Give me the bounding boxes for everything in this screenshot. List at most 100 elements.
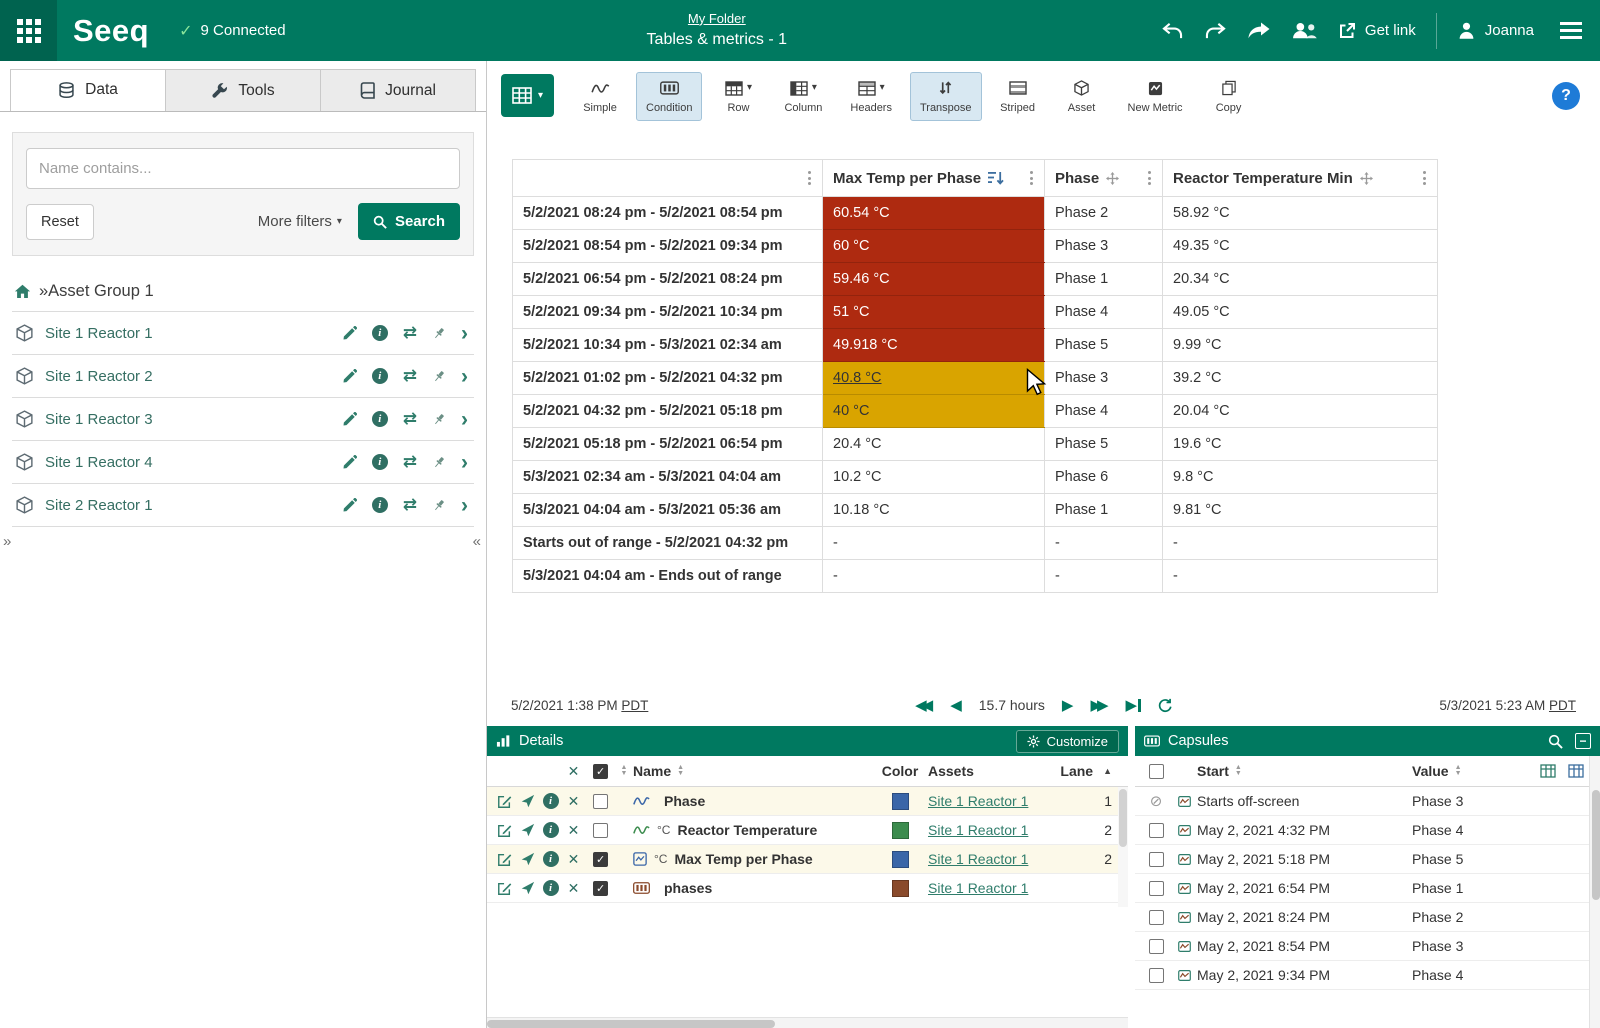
column-menu-icon[interactable] (1147, 169, 1152, 187)
sort-icon[interactable]: ▲▼ (1455, 765, 1462, 776)
capsule-row[interactable]: ⊘ May 2, 2021 9:34 PM Phase 4 (1135, 961, 1589, 990)
max-temp-cell[interactable]: 40.8 °C (823, 362, 1045, 395)
move-column-icon[interactable] (1360, 172, 1373, 185)
value-column-header[interactable]: Value (1412, 763, 1449, 779)
column-menu-icon[interactable] (1422, 169, 1427, 187)
chevron-right-icon[interactable]: › (461, 323, 468, 344)
timezone-link[interactable]: PDT (621, 698, 648, 713)
swap-asset-icon[interactable]: ⇄ (403, 366, 417, 386)
info-icon[interactable] (372, 497, 388, 513)
asset-link[interactable]: Site 1 Reactor 1 (928, 880, 1028, 896)
capsule-row[interactable]: ⊘ May 2, 2021 8:54 PM Phase 3 (1135, 932, 1589, 961)
capsule-checkbox[interactable] (1149, 939, 1164, 954)
tab-tools[interactable]: Tools (166, 69, 321, 111)
more-filters-toggle[interactable]: More filters ▾ (258, 213, 342, 230)
max-temp-cell[interactable]: - (823, 560, 1045, 593)
toolbar-simple-button[interactable]: Simple (572, 72, 628, 121)
chevron-right-icon[interactable]: › (461, 495, 468, 516)
color-swatch[interactable] (892, 793, 909, 810)
tab-data[interactable]: Data (10, 69, 166, 111)
users-icon[interactable] (1291, 21, 1318, 40)
navigate-icon[interactable] (521, 794, 535, 808)
max-temp-cell[interactable]: 20.4 °C (823, 428, 1045, 461)
column-menu-icon[interactable] (1029, 169, 1034, 187)
asset-link[interactable]: Site 1 Reactor 1 (928, 793, 1028, 809)
info-icon[interactable] (543, 880, 559, 896)
asset-name[interactable]: Site 1 Reactor 4 (45, 454, 153, 471)
add-column-icon[interactable] (1540, 764, 1556, 778)
step-back-icon[interactable]: ◀ (950, 698, 962, 713)
assets-column-header[interactable]: Assets (928, 763, 974, 779)
row-checkbox[interactable] (593, 823, 608, 838)
minimize-icon[interactable]: − (1575, 733, 1591, 749)
asset-row[interactable]: Site 2 Reactor 1 ⇄ › (12, 484, 474, 527)
sort-icon[interactable]: ▲▼ (621, 765, 628, 776)
reactor-min-column-header[interactable]: Reactor Temperature Min (1163, 160, 1438, 197)
capsule-row[interactable]: ⊘ Starts off-screen Phase 3 (1135, 787, 1589, 816)
add-stat-column-icon[interactable] (1568, 764, 1584, 778)
info-icon[interactable] (543, 822, 559, 838)
get-link-button[interactable]: Get link (1338, 22, 1416, 40)
asset-name[interactable]: Site 1 Reactor 2 (45, 368, 153, 385)
toolbar-copy-button[interactable]: Copy (1201, 72, 1257, 121)
chevron-right-icon[interactable]: › (461, 452, 468, 473)
toolbar-new-metric-button[interactable]: New Metric (1118, 72, 1193, 121)
edit-icon[interactable] (497, 852, 512, 867)
pin-icon[interactable] (432, 326, 446, 341)
max-temp-column-header[interactable]: Max Temp per Phase (823, 160, 1045, 197)
pin-icon[interactable] (432, 498, 446, 513)
user-menu[interactable]: Joanna (1457, 21, 1534, 40)
remove-icon[interactable]: ✕ (562, 793, 585, 810)
chevron-right-icon[interactable]: › (461, 409, 468, 430)
navigate-icon[interactable] (521, 852, 535, 866)
redo-button[interactable] (1204, 21, 1227, 40)
toolbar-condition-button[interactable]: Condition (636, 72, 702, 121)
refresh-icon[interactable] (1158, 698, 1173, 713)
asset-link[interactable]: Site 1 Reactor 1 (928, 822, 1028, 838)
capsules-select-all-checkbox[interactable] (1149, 764, 1164, 779)
move-column-icon[interactable] (1106, 172, 1119, 185)
phase-column-header[interactable]: Phase (1045, 160, 1163, 197)
search-input[interactable] (26, 148, 460, 189)
customize-button[interactable]: Customize (1016, 730, 1119, 753)
capsule-row[interactable]: ⊘ May 2, 2021 8:24 PM Phase 2 (1135, 903, 1589, 932)
tab-journal[interactable]: Journal (321, 69, 476, 111)
asset-row[interactable]: Site 1 Reactor 4 ⇄ › (12, 441, 474, 484)
step-forward-full-icon[interactable]: ▶▶ (1090, 698, 1108, 713)
zoom-icon[interactable] (1548, 734, 1563, 749)
info-icon[interactable] (543, 851, 559, 867)
color-swatch[interactable] (892, 880, 909, 897)
asset-group-header[interactable]: »Asset Group 1 (14, 282, 472, 311)
capsule-row[interactable]: ⊘ May 2, 2021 4:32 PM Phase 4 (1135, 816, 1589, 845)
capsule-checkbox[interactable] (1149, 910, 1164, 925)
chevron-right-icon[interactable]: › (461, 366, 468, 387)
max-temp-cell[interactable]: 10.18 °C (823, 494, 1045, 527)
view-mode-table-button[interactable]: ▾ (501, 74, 554, 117)
swap-asset-icon[interactable]: ⇄ (403, 452, 417, 472)
max-temp-cell[interactable]: 59.46 °C (823, 263, 1045, 296)
pin-icon[interactable] (432, 455, 446, 470)
navigate-icon[interactable] (521, 881, 535, 895)
capsule-checkbox[interactable] (1149, 852, 1164, 867)
capsule-checkbox[interactable] (1149, 881, 1164, 896)
asset-name[interactable]: Site 1 Reactor 1 (45, 325, 153, 342)
capsule-checkbox[interactable] (1149, 823, 1164, 838)
start-column-header[interactable]: Start (1197, 763, 1229, 779)
color-swatch[interactable] (892, 822, 909, 839)
pin-icon[interactable] (432, 412, 446, 427)
color-swatch[interactable] (892, 851, 909, 868)
help-button[interactable] (1552, 82, 1580, 110)
select-all-checkbox[interactable] (593, 764, 608, 779)
column-menu-icon[interactable] (807, 169, 812, 187)
max-temp-cell[interactable]: 49.918 °C (823, 329, 1045, 362)
step-back-full-icon[interactable]: ◀◀ (915, 698, 933, 713)
collapse-sidebar[interactable]: « (473, 533, 481, 550)
skip-to-end-icon[interactable]: ▶ (1126, 698, 1141, 713)
toolbar-headers-button[interactable]: ▾ Headers (840, 72, 902, 121)
timezone-link[interactable]: PDT (1549, 698, 1576, 713)
toolbar-row-button[interactable]: ▾ Row (710, 72, 766, 121)
lane-column-header[interactable]: Lane (1060, 763, 1093, 779)
info-icon[interactable] (372, 368, 388, 384)
details-row[interactable]: ✕ °C Reactor Temperature Site 1 Reactor … (487, 816, 1128, 845)
edit-pencil-icon[interactable] (342, 455, 357, 470)
